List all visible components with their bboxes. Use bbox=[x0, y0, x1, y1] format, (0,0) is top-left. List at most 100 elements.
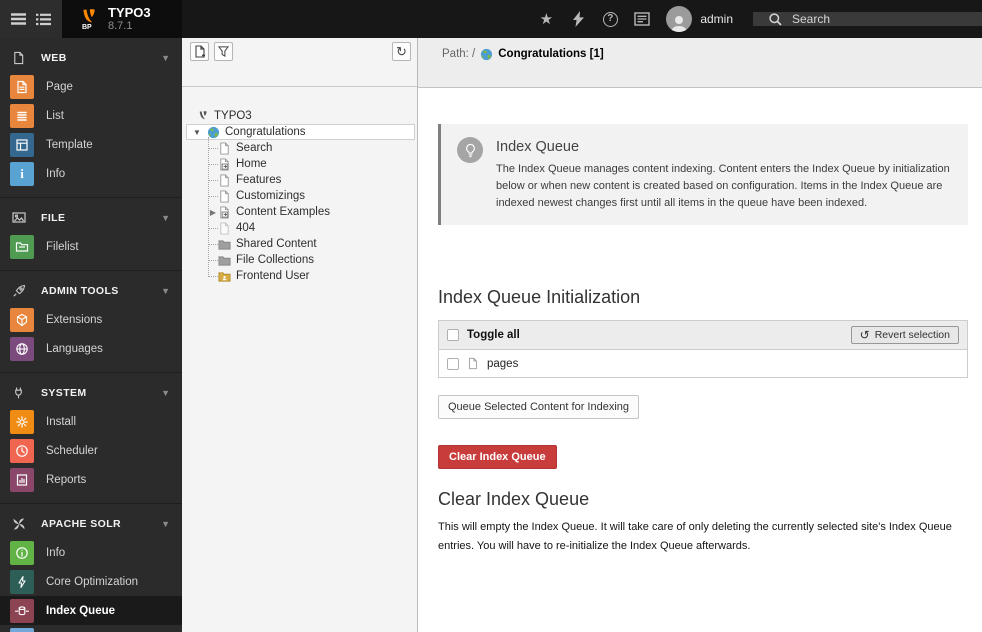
chevron-down-icon: ▼ bbox=[161, 518, 170, 529]
sidebar-item-install[interactable]: Install bbox=[0, 407, 182, 436]
docheader: Path: / Congratulations [1] bbox=[418, 38, 982, 88]
chevron-down-icon: ▼ bbox=[161, 52, 170, 63]
bookmark-star-icon[interactable]: ★ bbox=[530, 12, 562, 27]
info-module-icon: i bbox=[10, 161, 34, 186]
tree-node-search[interactable]: Search bbox=[196, 140, 417, 156]
filelist-module-icon bbox=[10, 234, 34, 259]
refresh-icon[interactable]: ↻ bbox=[392, 42, 411, 61]
toggle-all-checkbox[interactable] bbox=[447, 329, 459, 342]
module-body: Index Queue The Index Queue manages cont… bbox=[418, 88, 982, 632]
tree-node-label: 404 bbox=[236, 222, 256, 234]
sidebar-item-info[interactable]: i Info bbox=[0, 159, 182, 188]
plug-icon bbox=[12, 386, 28, 400]
page-tree-toolbar: ↻ bbox=[182, 38, 417, 87]
sidebar-item-solr-info[interactable]: Info bbox=[0, 538, 182, 567]
sidebar-item-filelist[interactable]: Filelist bbox=[0, 232, 182, 261]
help-icon[interactable]: ? bbox=[594, 11, 626, 27]
sidebar-item-label: Core Optimization bbox=[46, 575, 139, 588]
folder-icon bbox=[218, 255, 231, 266]
page-icon bbox=[220, 141, 229, 155]
breadcrumb-page-title[interactable]: Congratulations [1] bbox=[498, 48, 603, 60]
typo3-logo-area[interactable]: BP TYPO3 8.7.1 bbox=[62, 0, 182, 38]
tree-connector bbox=[208, 243, 218, 245]
rocket-icon bbox=[12, 284, 28, 298]
module-group-header-admin-tools[interactable]: ADMIN TOOLS ▼ bbox=[0, 276, 182, 305]
sidebar-item-label: Page bbox=[46, 80, 73, 93]
tree-expand-icon[interactable]: ▼ bbox=[193, 128, 207, 137]
tree-node-file-collections[interactable]: File Collections bbox=[196, 252, 417, 268]
product-title: TYPO3 8.7.1 bbox=[108, 5, 151, 33]
page-tree-panel: ↻ TYPO3 ▼ Congratulations Search Home Fe… bbox=[182, 38, 418, 632]
sidebar-item-list[interactable]: List bbox=[0, 101, 182, 130]
core-optimization-module-icon bbox=[10, 569, 34, 594]
tree-node-label: Customizings bbox=[236, 190, 306, 202]
menu-toggle-icon[interactable] bbox=[10, 13, 26, 25]
sidebar-item-page[interactable]: Page bbox=[0, 72, 182, 101]
install-module-icon bbox=[10, 409, 34, 434]
callout-body: The Index Queue manages content indexing… bbox=[496, 163, 950, 210]
tree-node-frontend-user[interactable]: Frontend User bbox=[196, 268, 417, 284]
tree-node-label: Shared Content bbox=[236, 238, 317, 250]
user-menu[interactable]: admin bbox=[666, 6, 733, 32]
search-input[interactable]: Search bbox=[753, 12, 982, 26]
sidebar-item-scheduler[interactable]: Scheduler bbox=[0, 436, 182, 465]
languages-module-icon bbox=[10, 336, 34, 361]
page-icon bbox=[220, 173, 229, 187]
tree-node-label: Content Examples bbox=[236, 206, 330, 218]
revert-selection-button[interactable]: ↺ Revert selection bbox=[850, 326, 959, 345]
topbar: BP TYPO3 8.7.1 ★ ? admin Search bbox=[0, 0, 982, 38]
pagetree-toggle-icon[interactable] bbox=[36, 13, 52, 26]
sidebar-item-index-queue[interactable]: Index Queue bbox=[0, 596, 182, 625]
tree-node-label: Frontend User bbox=[236, 270, 310, 282]
sidebar-item-label: Languages bbox=[46, 342, 103, 355]
topbar-tools: ★ ? admin Search bbox=[182, 0, 982, 38]
callout-title: Index Queue bbox=[496, 139, 580, 155]
tree-node-label: Home bbox=[236, 158, 267, 170]
sidebar-item-label: Filelist bbox=[46, 240, 79, 253]
typo3-root-icon bbox=[199, 110, 207, 119]
sidebar-item-reports[interactable]: Reports bbox=[0, 465, 182, 494]
solr-swirl-icon bbox=[12, 517, 28, 531]
tree-collapse-icon[interactable]: ▶ bbox=[208, 208, 218, 217]
tree-connector bbox=[208, 259, 218, 261]
module-group-file: FILE ▼ Filelist bbox=[0, 198, 182, 271]
tree-node-features[interactable]: Features bbox=[196, 172, 417, 188]
tree-node-customizings[interactable]: Customizings bbox=[196, 188, 417, 204]
filter-icon[interactable] bbox=[214, 42, 233, 61]
document-icon bbox=[12, 51, 28, 65]
tree-node-home[interactable]: Home bbox=[196, 156, 417, 172]
tree-node-shared-content[interactable]: Shared Content bbox=[196, 236, 417, 252]
system-information-icon[interactable] bbox=[626, 12, 658, 26]
globe-page-icon bbox=[481, 48, 493, 61]
tree-connector bbox=[208, 163, 218, 165]
tree-node-label: File Collections bbox=[236, 254, 314, 266]
sidebar-item-languages[interactable]: Languages bbox=[0, 334, 182, 363]
clear-section-description: This will empty the Index Queue. It will… bbox=[438, 521, 952, 552]
pages-checkbox[interactable] bbox=[447, 357, 459, 370]
folder-icon bbox=[218, 239, 231, 250]
page-hidden-icon bbox=[220, 221, 229, 235]
tree-node-congratulations[interactable]: ▼ Congratulations bbox=[186, 124, 415, 140]
module-group-header-system[interactable]: SYSTEM ▼ bbox=[0, 378, 182, 407]
sidebar-item-label: Index Queue bbox=[46, 604, 116, 617]
queue-selected-content-button[interactable]: Queue Selected Content for Indexing bbox=[438, 395, 640, 420]
topbar-toggles bbox=[0, 0, 62, 38]
tree-node-root[interactable]: TYPO3 bbox=[196, 108, 417, 124]
tree-node-label: Search bbox=[236, 142, 273, 154]
module-group-system: SYSTEM ▼ Install Scheduler Reports bbox=[0, 373, 182, 504]
sidebar-item-core-optimization[interactable]: Core Optimization bbox=[0, 567, 182, 596]
module-group-header-file[interactable]: FILE ▼ bbox=[0, 203, 182, 232]
tree-node-content-examples[interactable]: ▶ Content Examples bbox=[196, 204, 417, 220]
sidebar-item-extensions[interactable]: Extensions bbox=[0, 305, 182, 334]
new-page-icon[interactable] bbox=[190, 42, 209, 61]
clear-index-queue-button[interactable]: Clear Index Queue bbox=[438, 445, 557, 470]
lightbulb-icon bbox=[457, 137, 483, 163]
sidebar-item-index-administration[interactable]: Index Administration bbox=[0, 625, 182, 632]
toggle-all-label: Toggle all bbox=[467, 329, 520, 342]
module-group-header-web[interactable]: WEB ▼ bbox=[0, 43, 182, 72]
sidebar-item-template[interactable]: Template bbox=[0, 130, 182, 159]
search-placeholder: Search bbox=[792, 12, 831, 26]
module-group-header-apache-solr[interactable]: APACHE SOLR ▼ bbox=[0, 509, 182, 538]
tree-node-404[interactable]: 404 bbox=[196, 220, 417, 236]
clear-cache-bolt-icon[interactable] bbox=[562, 11, 594, 27]
